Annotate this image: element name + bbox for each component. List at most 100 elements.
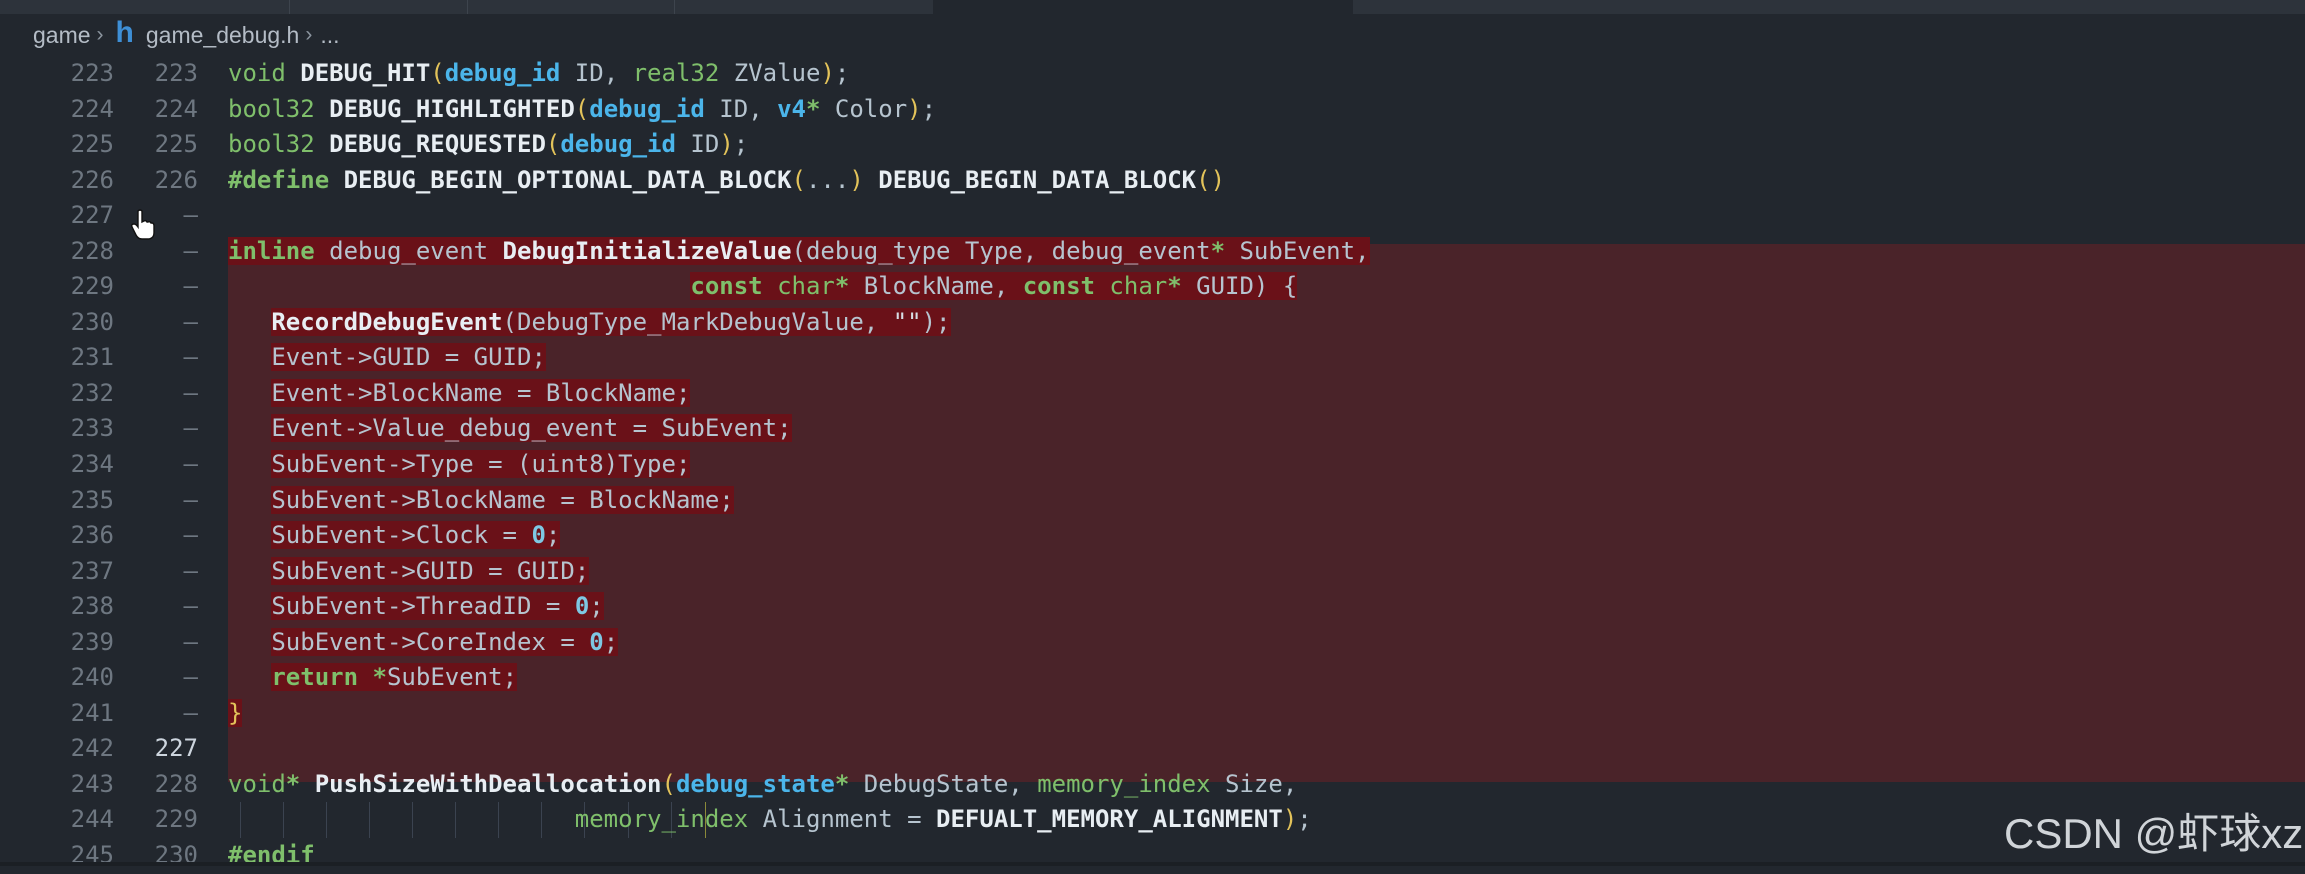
diff-editor[interactable]: 223 223 void DEBUG_HIT(debug_id ID, real32… <box>0 56 2305 869</box>
code-token: memory_index <box>1037 769 1211 798</box>
code-text[interactable]: SubEvent->CoreIndex = 0; <box>228 625 619 661</box>
breadcrumb-file[interactable]: game_debug.h <box>146 22 299 49</box>
original-line-number: 229 <box>70 272 114 301</box>
code-line[interactable]: 230 — RecordDebugEvent(DebugType_MarkDebu… <box>0 305 2305 341</box>
code-token: SubEvent->ThreadID <box>271 592 546 621</box>
code-line[interactable]: 235 — SubEvent->BlockName = BlockName; <box>0 483 2305 519</box>
code-line[interactable]: 237 — SubEvent->GUID = GUID; <box>0 554 2305 590</box>
modified-line-number: 229 <box>154 805 198 834</box>
code-text[interactable]: #define DEBUG_BEGIN_OPTIONAL_DATA_BLOCK(… <box>228 163 1225 199</box>
code-token: * <box>285 769 301 798</box>
code-token: ; <box>589 592 604 621</box>
breadcrumb-folder[interactable]: game <box>33 22 91 49</box>
code-token: () <box>1196 165 1226 194</box>
code-token: BlockName; <box>574 485 734 514</box>
tab-separator <box>467 0 468 14</box>
modified-line-number: 228 <box>154 769 198 798</box>
code-token: GUID; <box>459 343 546 372</box>
code-line[interactable]: 245 230 #endif <box>0 838 2305 874</box>
code-text[interactable]: SubEvent->BlockName = BlockName; <box>228 483 734 519</box>
code-token: 0 <box>531 521 546 550</box>
code-token <box>517 521 532 550</box>
code-token: ( <box>574 94 590 123</box>
code-text[interactable]: } <box>228 696 243 732</box>
code-text[interactable]: Event->Value_debug_event = SubEvent; <box>228 411 792 447</box>
code-token: debug_id <box>589 94 705 123</box>
active-tab[interactable] <box>933 0 1353 14</box>
original-line-number: 236 <box>70 521 114 550</box>
code-line[interactable]: 234 — SubEvent->Type = (uint8)Type; <box>0 447 2305 483</box>
modified-line-number: 223 <box>154 59 198 87</box>
code-token: PushSizeWithDeallocation <box>314 769 662 798</box>
code-line[interactable]: 232 — Event->BlockName = BlockName; <box>0 376 2305 412</box>
code-token: Size, <box>1210 769 1298 798</box>
modified-line-number: — <box>183 450 198 479</box>
code-text[interactable]: Event->BlockName = BlockName; <box>228 376 691 412</box>
code-text[interactable]: const char* BlockName, const char* GUID)… <box>228 269 1298 305</box>
code-token: = <box>502 521 517 550</box>
code-token: SubEvent; <box>647 414 792 443</box>
original-line-number: 235 <box>70 485 114 514</box>
code-line[interactable]: 238 — SubEvent->ThreadID = 0; <box>0 589 2305 625</box>
code-text[interactable]: return *SubEvent; <box>228 660 518 696</box>
code-line[interactable]: 239 — SubEvent->CoreIndex = 0; <box>0 625 2305 661</box>
code-line[interactable]: 242 227 <box>0 731 2305 767</box>
code-token: ; <box>1297 805 1312 834</box>
code-line[interactable]: 240 — return *SubEvent; <box>0 660 2305 696</box>
code-token: Color <box>820 94 908 123</box>
code-line[interactable]: 244 229 memory_index Alignment = DEFUALT_… <box>0 802 2305 839</box>
code-token: GUID; <box>502 556 590 585</box>
code-line[interactable]: 228— inline debug_event DebugInitializeVa… <box>0 234 2305 270</box>
code-token: * <box>806 94 821 123</box>
original-line-number: 244 <box>70 805 114 834</box>
code-text[interactable]: RecordDebugEvent(DebugType_MarkDebugValu… <box>228 305 951 341</box>
modified-line-number: — <box>183 698 198 727</box>
code-line[interactable]: 227— <box>0 198 2305 234</box>
code-text[interactable]: void DEBUG_HIT(debug_id ID, real32 ZValu… <box>228 56 849 92</box>
code-text[interactable]: SubEvent->Type = (uint8)Type; <box>228 447 691 483</box>
code-line[interactable]: 233 — Event->Value_debug_event = SubEvent… <box>0 411 2305 447</box>
code-token: ) <box>820 59 835 87</box>
code-token: ( <box>545 130 561 159</box>
code-token: SubEvent->GUID <box>271 556 489 585</box>
breadcrumb-symbol[interactable]: ... <box>320 22 339 49</box>
code-line[interactable]: 241 —} <box>0 696 2305 732</box>
code-text[interactable]: void* PushSizeWithDeallocation(debug_sta… <box>228 767 1297 803</box>
code-token: SubEvent->Type <box>271 450 489 479</box>
editor-lines: 223 223 void DEBUG_HIT(debug_id ID, real32… <box>0 56 2305 874</box>
code-text[interactable]: bool32 DEBUG_HIGHLIGHTED(debug_id ID, v4… <box>228 92 936 128</box>
code-line[interactable]: 229— const char* BlockName, const char* … <box>0 269 2305 305</box>
code-text[interactable]: SubEvent->Clock = 0; <box>228 518 561 554</box>
original-line-number: 234 <box>70 450 114 479</box>
code-line[interactable]: 243 228 void* PushSizeWithDeallocation(deb… <box>0 767 2305 803</box>
code-text[interactable]: inline debug_event DebugInitializeValue(… <box>228 234 1370 270</box>
code-text[interactable]: Event->GUID = GUID; <box>228 340 546 376</box>
code-text[interactable]: bool32 DEBUG_REQUESTED(debug_id ID); <box>228 127 748 163</box>
code-token: ; <box>921 94 937 123</box>
code-token: DEBUG_HIT <box>300 59 431 87</box>
code-line[interactable]: 223 223 void DEBUG_HIT(debug_id ID, real32… <box>0 56 2305 92</box>
code-line[interactable]: 226 226 #define DEBUG_BEGIN_OPTIONAL_DATA_… <box>0 163 2305 199</box>
code-line[interactable]: 225 225 bool32 DEBUG_REQUESTED(debug_id ID… <box>0 127 2305 163</box>
original-line-number: 224 <box>70 94 114 123</box>
code-text[interactable]: SubEvent->GUID = GUID; <box>228 554 590 590</box>
code-token: debug_event <box>314 236 503 265</box>
code-token: = <box>488 556 503 585</box>
code-text[interactable]: memory_index Alignment = DEFUALT_MEMORY_… <box>228 802 1312 838</box>
breadcrumb: game › h game_debug.h › ... <box>0 14 2305 56</box>
code-line[interactable]: 231 — Event->GUID = GUID; <box>0 340 2305 376</box>
code-text[interactable]: #endif <box>228 838 315 874</box>
modified-line-number: 226 <box>154 165 198 194</box>
original-line-number: 233 <box>70 414 114 443</box>
code-line[interactable]: 236 — SubEvent->Clock = 0; <box>0 518 2305 554</box>
code-token: bool32 <box>228 94 330 123</box>
code-token: Alignment <box>748 805 908 834</box>
code-text[interactable]: SubEvent->ThreadID = 0; <box>228 589 604 625</box>
code-line[interactable]: 224 224 bool32 DEBUG_HIGHLIGHTED(debug_id … <box>0 92 2305 128</box>
modified-line-number: — <box>183 378 198 407</box>
code-token: ( <box>791 165 806 194</box>
